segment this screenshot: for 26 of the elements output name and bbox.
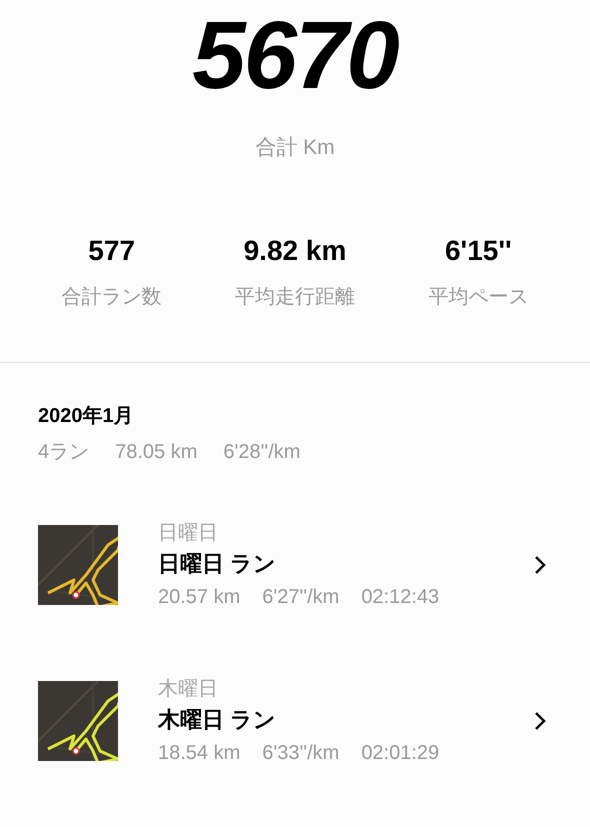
run-detail: 6'33''/km	[262, 740, 340, 766]
run-detail: 20.57 km	[158, 584, 240, 610]
run-title: 木曜日 ラン	[158, 706, 278, 734]
stat-label: 平均ペース	[428, 284, 528, 310]
run-detail: 6'27''/km	[262, 584, 340, 610]
stat-label: 合計ラン数	[62, 284, 162, 310]
run-detail: 02:12:43	[361, 584, 440, 610]
month-summary-text: 4ラン	[38, 440, 90, 464]
chevron-right-icon	[534, 554, 546, 574]
total-label: 合計 Km	[255, 135, 335, 161]
stat-value: 6'15''	[444, 234, 512, 268]
run-row[interactable]: 木曜日 木曜日 ラン 18.54 km 6'33''/km 02:01:29	[38, 668, 552, 772]
month-summary-text: 78.05 km	[115, 440, 198, 464]
stat-value: 9.82 km	[244, 234, 346, 268]
chevron-right-icon	[534, 710, 546, 730]
run-day: 木曜日	[158, 676, 534, 702]
run-detail: 02:01:29	[361, 740, 440, 766]
stat-label: 平均走行距離	[234, 284, 355, 310]
total-distance: 5670	[192, 6, 398, 106]
month-title: 2020年1月	[38, 404, 135, 428]
run-day: 日曜日	[158, 520, 534, 546]
stat-value: 577	[88, 234, 136, 268]
run-row[interactable]: 日曜日 日曜日 ラン 20.57 km 6'27''/km 02:12:43	[38, 512, 552, 616]
run-detail: 18.54 km	[158, 740, 240, 766]
run-title: 日曜日 ラン	[158, 550, 278, 578]
month-summary-text: 6'28''/km	[223, 440, 300, 464]
